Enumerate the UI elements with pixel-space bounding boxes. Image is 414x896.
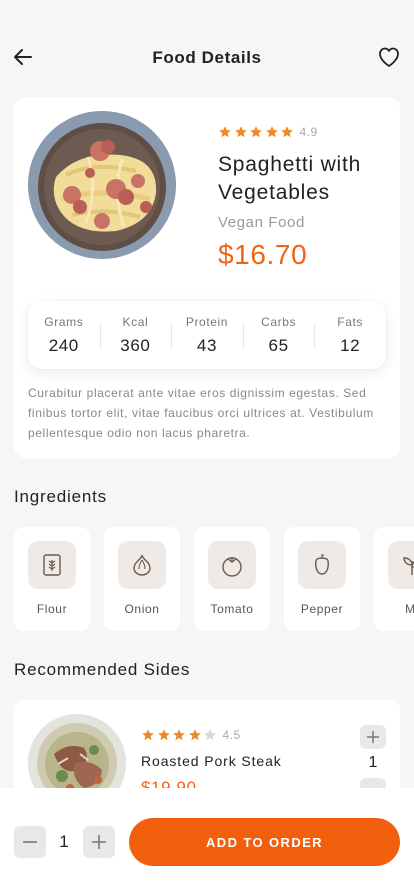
star-icon: [204, 729, 216, 741]
ingredients-list[interactable]: Flour Onion Tomato Pepper Mi: [14, 527, 414, 631]
star-icon: [250, 126, 262, 138]
rating-value: 4.9: [299, 125, 318, 139]
ingredient-item[interactable]: Tomato: [194, 527, 270, 631]
ingredient-label: Onion: [124, 602, 160, 616]
plus-icon: [367, 731, 379, 743]
side-increase-button[interactable]: [360, 725, 386, 749]
order-bar: 1 ADD TO ORDER: [0, 788, 414, 896]
nutrition-label: Grams: [44, 314, 84, 329]
side-rating: 4.5: [141, 728, 241, 742]
heart-icon[interactable]: [376, 44, 402, 70]
nutrition-label: Carbs: [261, 314, 297, 329]
food-price: $16.70: [218, 239, 308, 270]
star-icon: [173, 729, 185, 741]
flour-icon: [28, 541, 76, 589]
nutrition-value: 65: [268, 335, 289, 355]
tomato-icon: [208, 541, 256, 589]
nutrition-fats: Fats 12: [314, 315, 386, 356]
nutrition-protein: Protein 43: [171, 315, 243, 356]
star-icon: [265, 126, 278, 138]
star-icon: [234, 126, 247, 138]
ingredient-item[interactable]: Pepper: [284, 527, 360, 631]
header: Food Details: [0, 40, 414, 76]
pepper-icon: [298, 541, 346, 589]
add-to-order-button[interactable]: ADD TO ORDER: [129, 818, 400, 866]
nutrition-panel: Grams 240 Kcal 360 Protein 43 Carbs 65 F…: [28, 301, 386, 369]
nutrition-label: Fats: [337, 314, 364, 329]
ingredient-label: Tomato: [210, 602, 254, 616]
onion-icon: [118, 541, 166, 589]
ingredient-label: Mi: [405, 602, 414, 616]
nutrition-value: 240: [48, 335, 79, 355]
nutrition-label: Kcal: [122, 314, 149, 329]
nutrition-label: Protein: [185, 314, 229, 329]
star-icon: [157, 729, 170, 741]
nutrition-carbs: Carbs 65: [242, 314, 315, 356]
rating-value: 4.5: [222, 728, 241, 742]
plus-icon: [92, 835, 106, 849]
side-quantity: 1: [368, 754, 378, 771]
ingredient-item[interactable]: Mi: [374, 527, 414, 631]
ingredients-title: Ingredients: [14, 487, 107, 506]
ingredient-label: Flour: [36, 602, 68, 616]
increase-quantity-button[interactable]: [83, 826, 115, 858]
order-quantity: 1: [59, 832, 69, 851]
food-category: Vegan Food: [218, 214, 305, 231]
food-rating: 4.9: [218, 125, 318, 139]
ingredient-item[interactable]: Flour: [14, 527, 90, 631]
nutrition-kcal: Kcal 360: [99, 314, 172, 356]
food-description: Curabitur placerat ante vitae eros digni…: [28, 386, 374, 440]
food-image: [28, 111, 176, 259]
nutrition-grams: Grams 240: [28, 315, 100, 356]
nutrition-value: 360: [120, 335, 151, 355]
mint-icon: [388, 541, 414, 589]
nutrition-value: 12: [340, 335, 361, 355]
nutrition-value: 43: [196, 335, 218, 355]
recommended-sides-title: Recommended Sides: [14, 660, 191, 679]
food-detail-card: 4.9 Spaghetti with Vegetables Vegan Food…: [14, 97, 400, 458]
star-icon: [219, 126, 231, 138]
star-icon: [188, 729, 201, 741]
food-name: Spaghetti with Vegetables: [218, 153, 362, 204]
minus-icon: [23, 841, 37, 843]
ingredient-item[interactable]: Onion: [104, 527, 180, 631]
page-title: Food Details: [152, 48, 262, 67]
star-icon: [142, 729, 154, 741]
ingredient-label: Pepper: [300, 602, 344, 616]
star-icon: [281, 126, 293, 138]
decrease-quantity-button[interactable]: [14, 826, 46, 858]
side-name: Roasted Pork Steak: [141, 753, 282, 769]
